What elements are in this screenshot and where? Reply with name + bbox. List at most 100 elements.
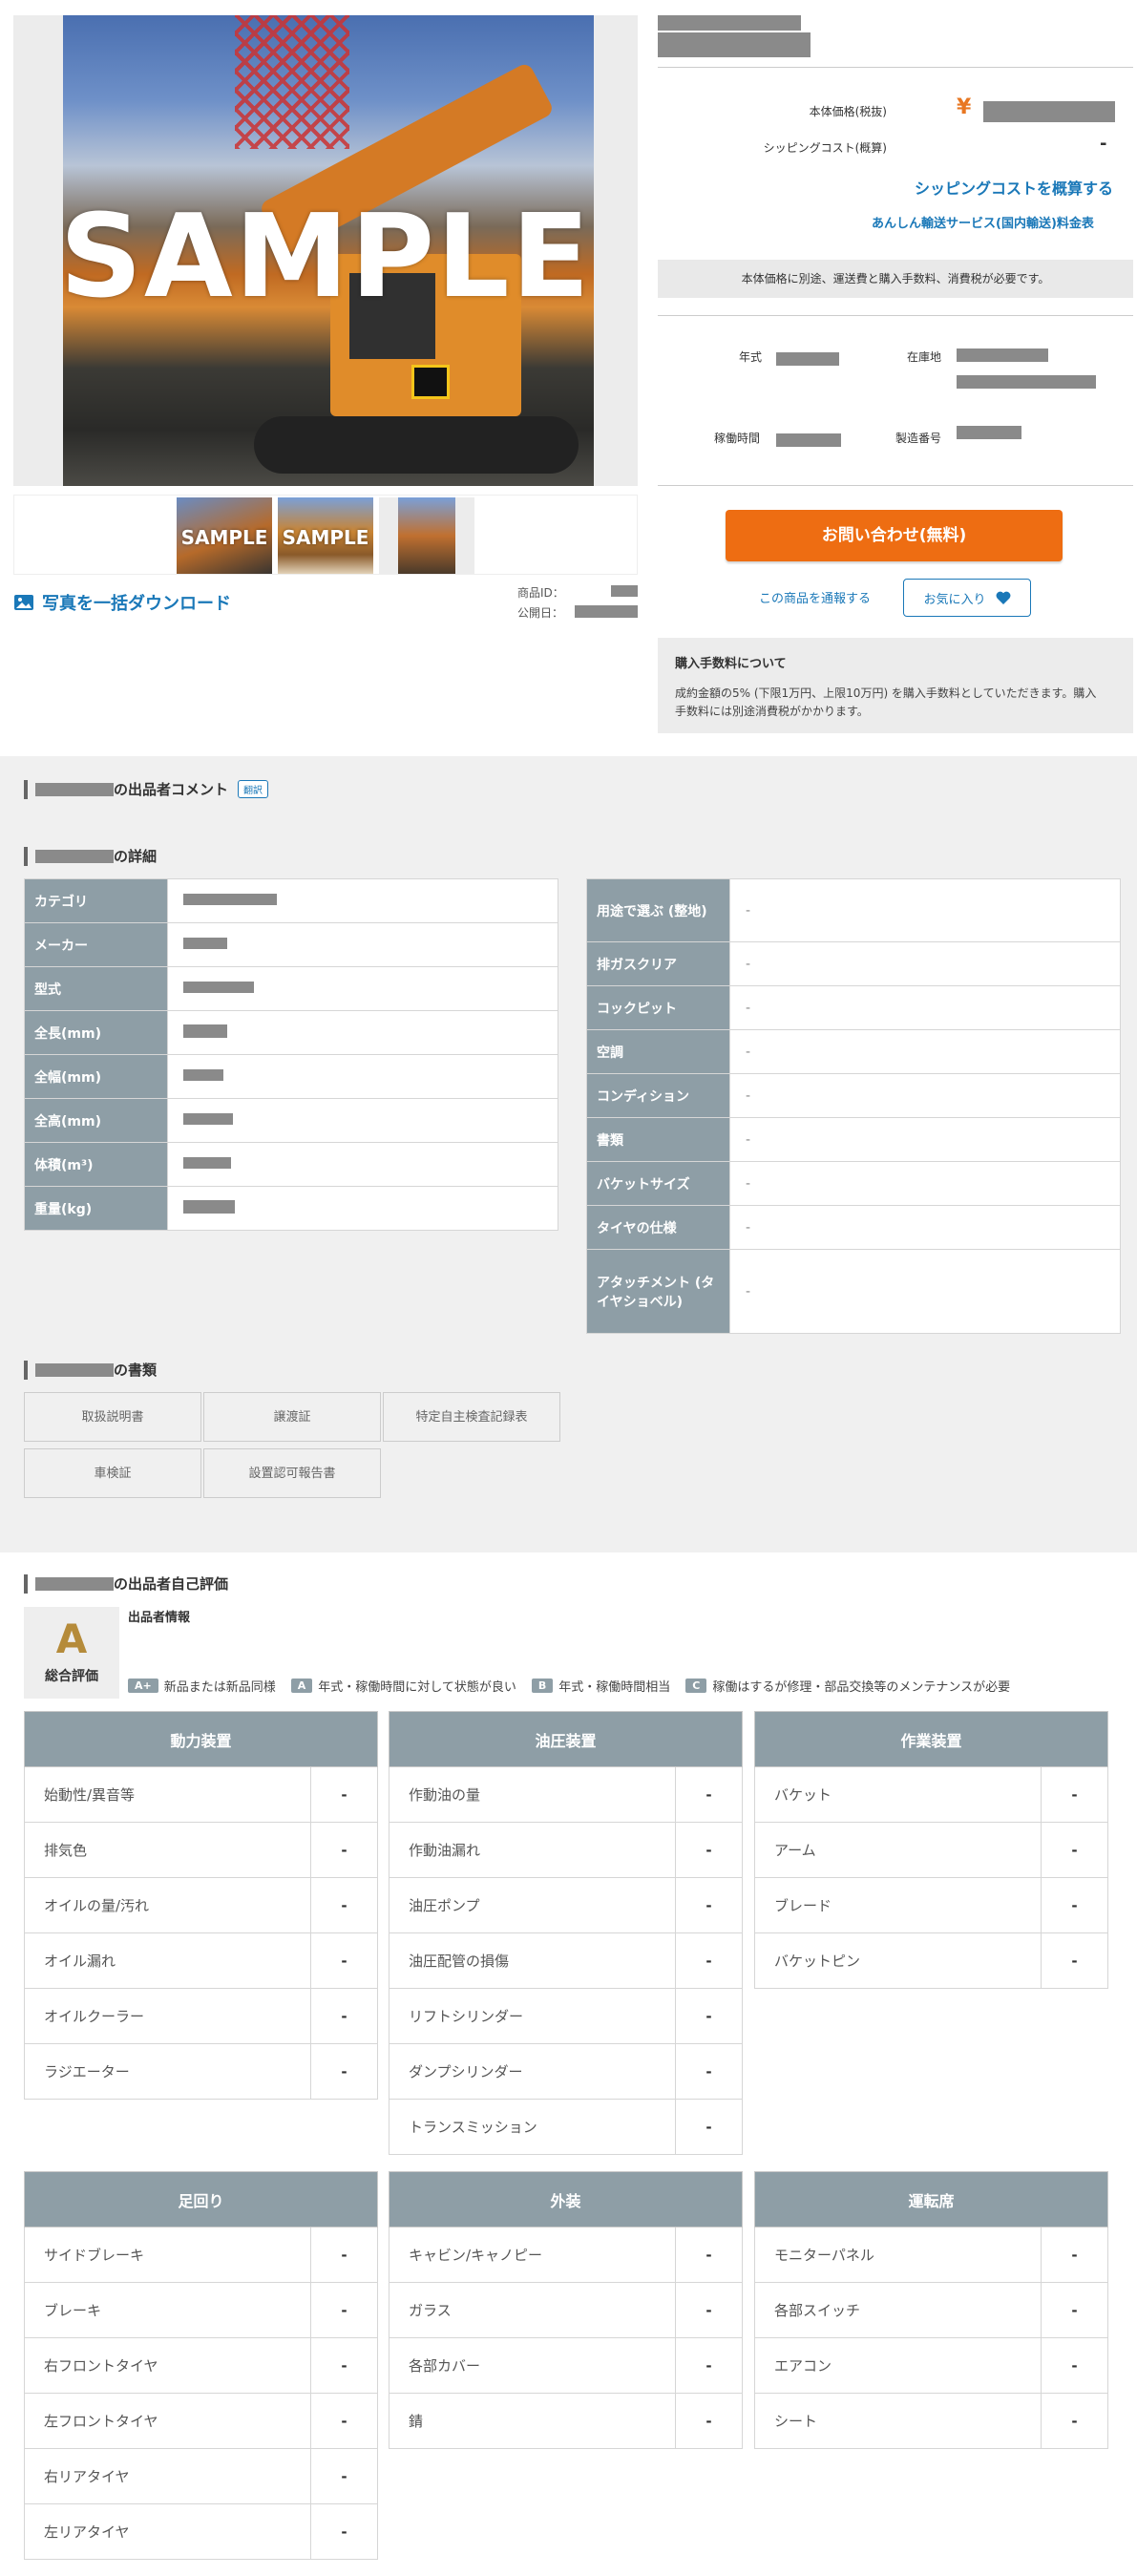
location-value-1 <box>957 348 1048 362</box>
eval-row: ブレード - <box>754 1877 1108 1933</box>
detail-label: 全長(mm) <box>24 1010 168 1055</box>
year-label: 年式 <box>739 350 763 364</box>
eval-row: シート - <box>754 2393 1108 2449</box>
overall-grade: A 総合評価 <box>24 1607 119 1699</box>
eval-item-name: エアコン <box>754 2337 1042 2394</box>
document-installation-report[interactable]: 設置認可報告書 <box>203 1448 381 1498</box>
eval-row: トランスミッション - <box>389 2099 743 2155</box>
eval-item-name: 油圧配管の損傷 <box>389 1932 676 1989</box>
eval-group-title: 外装 <box>389 2171 743 2228</box>
eval-item-name: 右フロントタイヤ <box>24 2337 311 2394</box>
eval-item-score: - <box>310 2503 378 2560</box>
sample-watermark: SAMPLE <box>59 191 592 324</box>
eval-item-score: - <box>675 1822 743 1878</box>
document-vehicle-inspection[interactable]: 車検証 <box>24 1448 201 1498</box>
eval-item-score: - <box>310 2393 378 2449</box>
eval-item-score: - <box>1041 2337 1108 2394</box>
eval-row: 作動油漏れ - <box>389 1822 743 1878</box>
estimate-shipping-link[interactable]: シッピングコストを概算する <box>915 176 1113 199</box>
eval-row: 右フロントタイヤ - <box>24 2337 378 2394</box>
divider <box>658 315 1133 316</box>
detail-value <box>167 1098 558 1143</box>
eval-row: 各部カバー - <box>389 2337 743 2394</box>
eval-item-score: - <box>675 2099 743 2155</box>
detail-value: - <box>729 1029 1121 1074</box>
inquiry-button[interactable]: お問い合わせ(無料) <box>726 510 1063 561</box>
eval-item-score: - <box>675 2393 743 2449</box>
body-price-value <box>983 101 1115 122</box>
eval-group-title: 作業装置 <box>754 1711 1108 1767</box>
table-row: コンディション - <box>586 1073 1121 1118</box>
eval-row: 各部スイッチ - <box>754 2282 1108 2338</box>
table-row: 書類 - <box>586 1117 1121 1162</box>
document-transfer-certificate[interactable]: 譲渡証 <box>203 1392 381 1442</box>
detail-label: 空調 <box>586 1029 730 1074</box>
detail-label: 全幅(mm) <box>24 1054 168 1099</box>
eval-item-score: - <box>310 1766 378 1823</box>
thumbnail-1[interactable]: SAMPLE <box>177 497 272 574</box>
eval-item-score: - <box>1041 2393 1108 2449</box>
anshin-transport-link[interactable]: あんしん輸送サービス(国内輸送)料金表 <box>872 213 1094 231</box>
thumbnail-2[interactable]: SAMPLE <box>278 497 373 574</box>
eval-row: ガラス - <box>389 2282 743 2338</box>
thumbnail-strip: SAMPLE SAMPLE <box>13 495 638 575</box>
eval-item-name: オイルクーラー <box>24 1988 311 2044</box>
detail-value: - <box>729 1205 1121 1250</box>
eval-item-score: - <box>310 1822 378 1878</box>
detail-value: - <box>729 1117 1121 1162</box>
detail-label: 排ガスクリア <box>586 941 730 986</box>
eval-item-name: 作動油漏れ <box>389 1822 676 1878</box>
table-row: 体積(m³) <box>24 1142 558 1187</box>
detail-value: - <box>729 941 1121 986</box>
eval-row: リフトシリンダー - <box>389 1988 743 2044</box>
item-id-label: 商品ID： <box>517 586 564 600</box>
translate-button[interactable]: 翻訳 <box>238 780 269 798</box>
table-row: 全幅(mm) <box>24 1054 558 1099</box>
eval-item-name: オイルの量/汚れ <box>24 1877 311 1933</box>
detail-value: - <box>729 1073 1121 1118</box>
details-heading: の詳細 <box>24 846 157 866</box>
hours-label: 稼働時間 <box>714 432 761 445</box>
eval-item-score: - <box>1041 1766 1108 1823</box>
legend-chip: B <box>531 1679 554 1693</box>
eval-item-name: 左リアタイヤ <box>24 2503 311 2560</box>
document-manual[interactable]: 取扱説明書 <box>24 1392 201 1442</box>
shipping-cost-value: - <box>1100 134 1107 154</box>
product-title <box>658 32 811 57</box>
report-item-link[interactable]: この商品を通報する <box>759 588 871 606</box>
eval-item-score: - <box>675 2227 743 2283</box>
eval-item-score: - <box>310 2448 378 2504</box>
detail-value: - <box>729 985 1121 1030</box>
download-all-photos-link[interactable]: 写真を一括ダウンロード <box>13 590 231 615</box>
eval-row: ブレーキ - <box>24 2282 378 2338</box>
detail-label: 体積(m³) <box>24 1142 168 1187</box>
table-row: 排ガスクリア - <box>586 941 1121 986</box>
thumbnail-3[interactable] <box>379 497 474 574</box>
legend-item: C 稼働はするが修理・部品交換等のメンテナンスが必要 <box>685 1677 1010 1695</box>
eval-table: 動力装置 始動性/異音等 - 排気色 - オイルの量/汚れ - オイル漏れ - オイルクーラー - ラ… <box>24 1711 378 2100</box>
eval-row: ラジエーター - <box>24 2043 378 2100</box>
eval-item-name: ブレーキ <box>24 2282 311 2338</box>
eval-row: 右リアタイヤ - <box>24 2448 378 2504</box>
detail-label: コックピット <box>586 985 730 1030</box>
eval-item-name: バケット <box>754 1766 1042 1823</box>
eval-item-name: トランスミッション <box>389 2099 676 2155</box>
favorite-button[interactable]: お気に入り <box>903 579 1031 617</box>
purchase-fee-title: 購入手数料について <box>675 657 787 671</box>
eval-item-name: 各部スイッチ <box>754 2282 1042 2338</box>
legend-text: 年式・稼働時間に対して状態が良い <box>318 1680 516 1695</box>
eval-item-name: 右リアタイヤ <box>24 2448 311 2504</box>
detail-value <box>167 922 558 967</box>
published-label: 公開日： <box>517 606 564 620</box>
eval-item-score: - <box>1041 1877 1108 1933</box>
legend-text: 年式・稼働時間相当 <box>558 1680 671 1695</box>
table-row: 型式 <box>24 966 558 1011</box>
eval-item-score: - <box>1041 2282 1108 2338</box>
document-inspection-record[interactable]: 特定自主検査記録表 <box>383 1392 560 1442</box>
eval-row: エアコン - <box>754 2337 1108 2394</box>
eval-group-title: 動力装置 <box>24 1711 378 1767</box>
detail-label: 全高(mm) <box>24 1098 168 1143</box>
hours-value <box>776 433 841 447</box>
detail-value <box>167 878 558 923</box>
eval-row: オイルクーラー - <box>24 1988 378 2044</box>
